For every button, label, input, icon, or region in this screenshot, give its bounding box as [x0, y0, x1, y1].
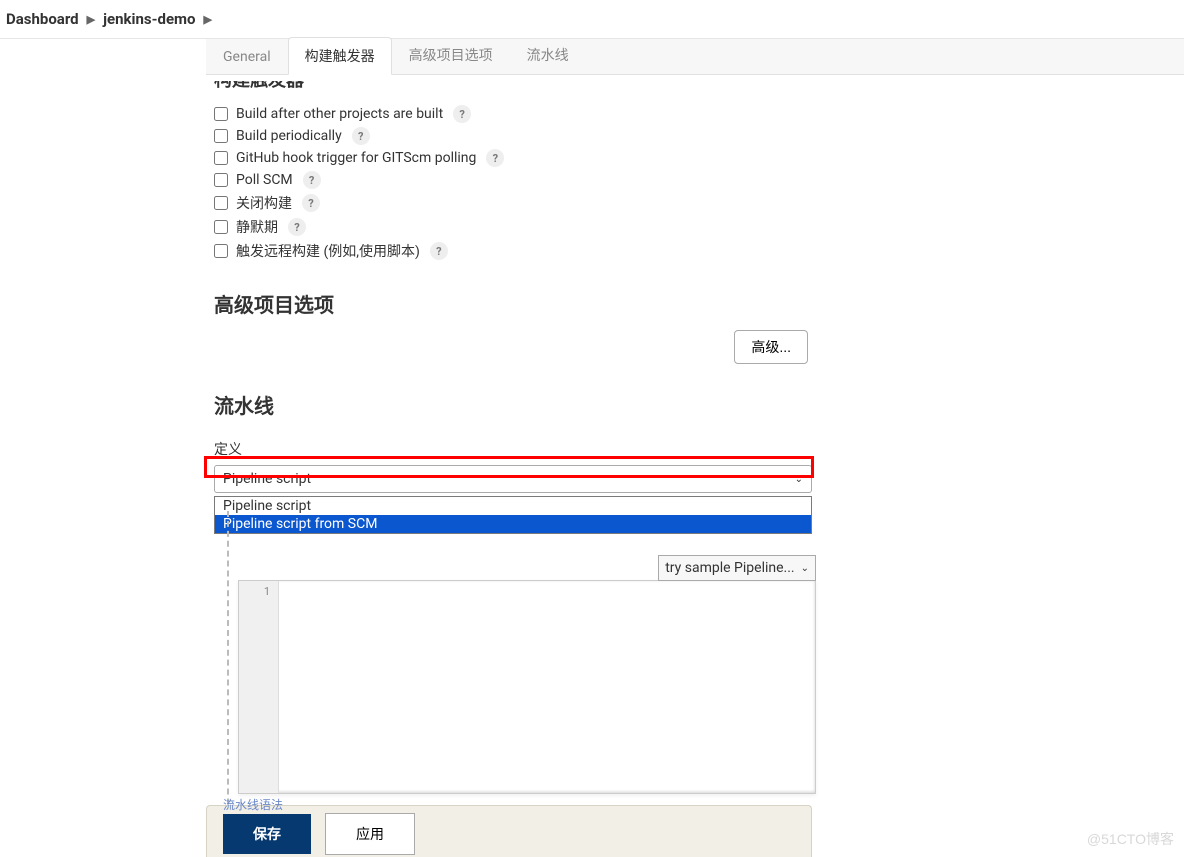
definition-select-wrapper: Pipeline script ⌄ Pipeline script Pipeli… — [214, 465, 812, 493]
chevron-right-icon: ▶ — [204, 13, 212, 26]
sample-pipeline-value: try sample Pipeline... — [665, 560, 794, 576]
section-heading-pipeline: 流水线 — [214, 390, 808, 419]
caret-down-icon: ⌄ — [795, 474, 803, 485]
tab-general[interactable]: General — [206, 40, 288, 74]
advanced-button[interactable]: 高级... — [734, 330, 808, 364]
help-icon[interactable]: ? — [453, 105, 471, 123]
save-button[interactable]: 保存 — [223, 814, 311, 854]
pipeline-syntax-link[interactable]: 流水线语法 — [223, 794, 795, 813]
trigger-checkbox[interactable] — [214, 151, 228, 165]
form-area: 构建触发器 Build after other projects are bui… — [206, 75, 816, 850]
watermark-text: @51CTO博客 — [1087, 829, 1174, 849]
trigger-label: Build after other projects are built — [236, 106, 443, 122]
trigger-row-periodic: Build periodically ? — [214, 125, 808, 147]
script-editor-block: try sample Pipeline... ⌄ 1 — [238, 555, 816, 794]
trigger-checkbox[interactable] — [214, 173, 228, 187]
definition-label: 定义 — [214, 439, 808, 459]
trigger-label: Poll SCM — [236, 172, 293, 188]
main-content: General 构建触发器 高级项目选项 流水线 构建触发器 Build aft… — [0, 39, 1184, 850]
script-editor[interactable]: 1 — [238, 580, 816, 794]
trigger-row-remote: 触发远程构建 (例如,使用脚本) ? — [214, 239, 808, 263]
editor-line-number: 1 — [239, 581, 279, 793]
help-icon[interactable]: ? — [352, 127, 370, 145]
config-tabs: General 构建触发器 高级项目选项 流水线 — [206, 39, 1184, 75]
help-icon[interactable]: ? — [486, 149, 504, 167]
footer-action-panel: 流水线语法 保存 应用 — [206, 805, 812, 857]
trigger-row-disable-build: 关闭构建 ? — [214, 191, 808, 215]
definition-select[interactable]: Pipeline script ⌄ — [214, 465, 812, 493]
trigger-label: Build periodically — [236, 128, 342, 144]
definition-select-value: Pipeline script — [223, 471, 311, 487]
breadcrumb: Dashboard ▶ jenkins-demo ▶ — [0, 0, 1184, 39]
trigger-label: 触发远程构建 (例如,使用脚本) — [236, 241, 420, 261]
trigger-checkbox[interactable] — [214, 244, 228, 258]
apply-button[interactable]: 应用 — [325, 813, 415, 855]
tab-build-triggers[interactable]: 构建触发器 — [288, 37, 392, 75]
definition-dropdown: Pipeline script Pipeline script from SCM — [214, 496, 812, 534]
help-icon[interactable]: ? — [303, 171, 321, 189]
definition-option-scm[interactable]: Pipeline script from SCM — [215, 515, 811, 533]
trigger-label: 静默期 — [236, 217, 278, 237]
tab-pipeline[interactable]: 流水线 — [510, 36, 586, 74]
help-icon[interactable]: ? — [288, 218, 306, 236]
help-icon[interactable]: ? — [302, 194, 320, 212]
trigger-row-build-after: Build after other projects are built ? — [214, 103, 808, 125]
chevron-right-icon: ▶ — [87, 13, 95, 26]
trigger-label: 关闭构建 — [236, 193, 292, 213]
definition-option-script[interactable]: Pipeline script — [215, 497, 811, 515]
trigger-checkbox[interactable] — [214, 129, 228, 143]
section-heading-advanced: 高级项目选项 — [214, 289, 808, 318]
section-heading-triggers-truncated: 构建触发器 — [214, 81, 808, 95]
trigger-checkbox[interactable] — [214, 107, 228, 121]
trigger-checkbox[interactable] — [214, 220, 228, 234]
trigger-row-quiet-period: 静默期 ? — [214, 215, 808, 239]
trigger-label: GitHub hook trigger for GITScm polling — [236, 150, 476, 166]
caret-down-icon: ⌄ — [801, 563, 809, 574]
sample-pipeline-select[interactable]: try sample Pipeline... ⌄ — [658, 555, 816, 581]
tab-advanced-options[interactable]: 高级项目选项 — [392, 36, 510, 74]
help-icon[interactable]: ? — [430, 242, 448, 260]
trigger-checkbox[interactable] — [214, 196, 228, 210]
trigger-row-poll-scm: Poll SCM ? — [214, 169, 808, 191]
breadcrumb-item-project[interactable]: jenkins-demo — [103, 10, 195, 28]
breadcrumb-item-dashboard[interactable]: Dashboard — [6, 10, 79, 28]
trigger-row-github-hook: GitHub hook trigger for GITScm polling ? — [214, 147, 808, 169]
